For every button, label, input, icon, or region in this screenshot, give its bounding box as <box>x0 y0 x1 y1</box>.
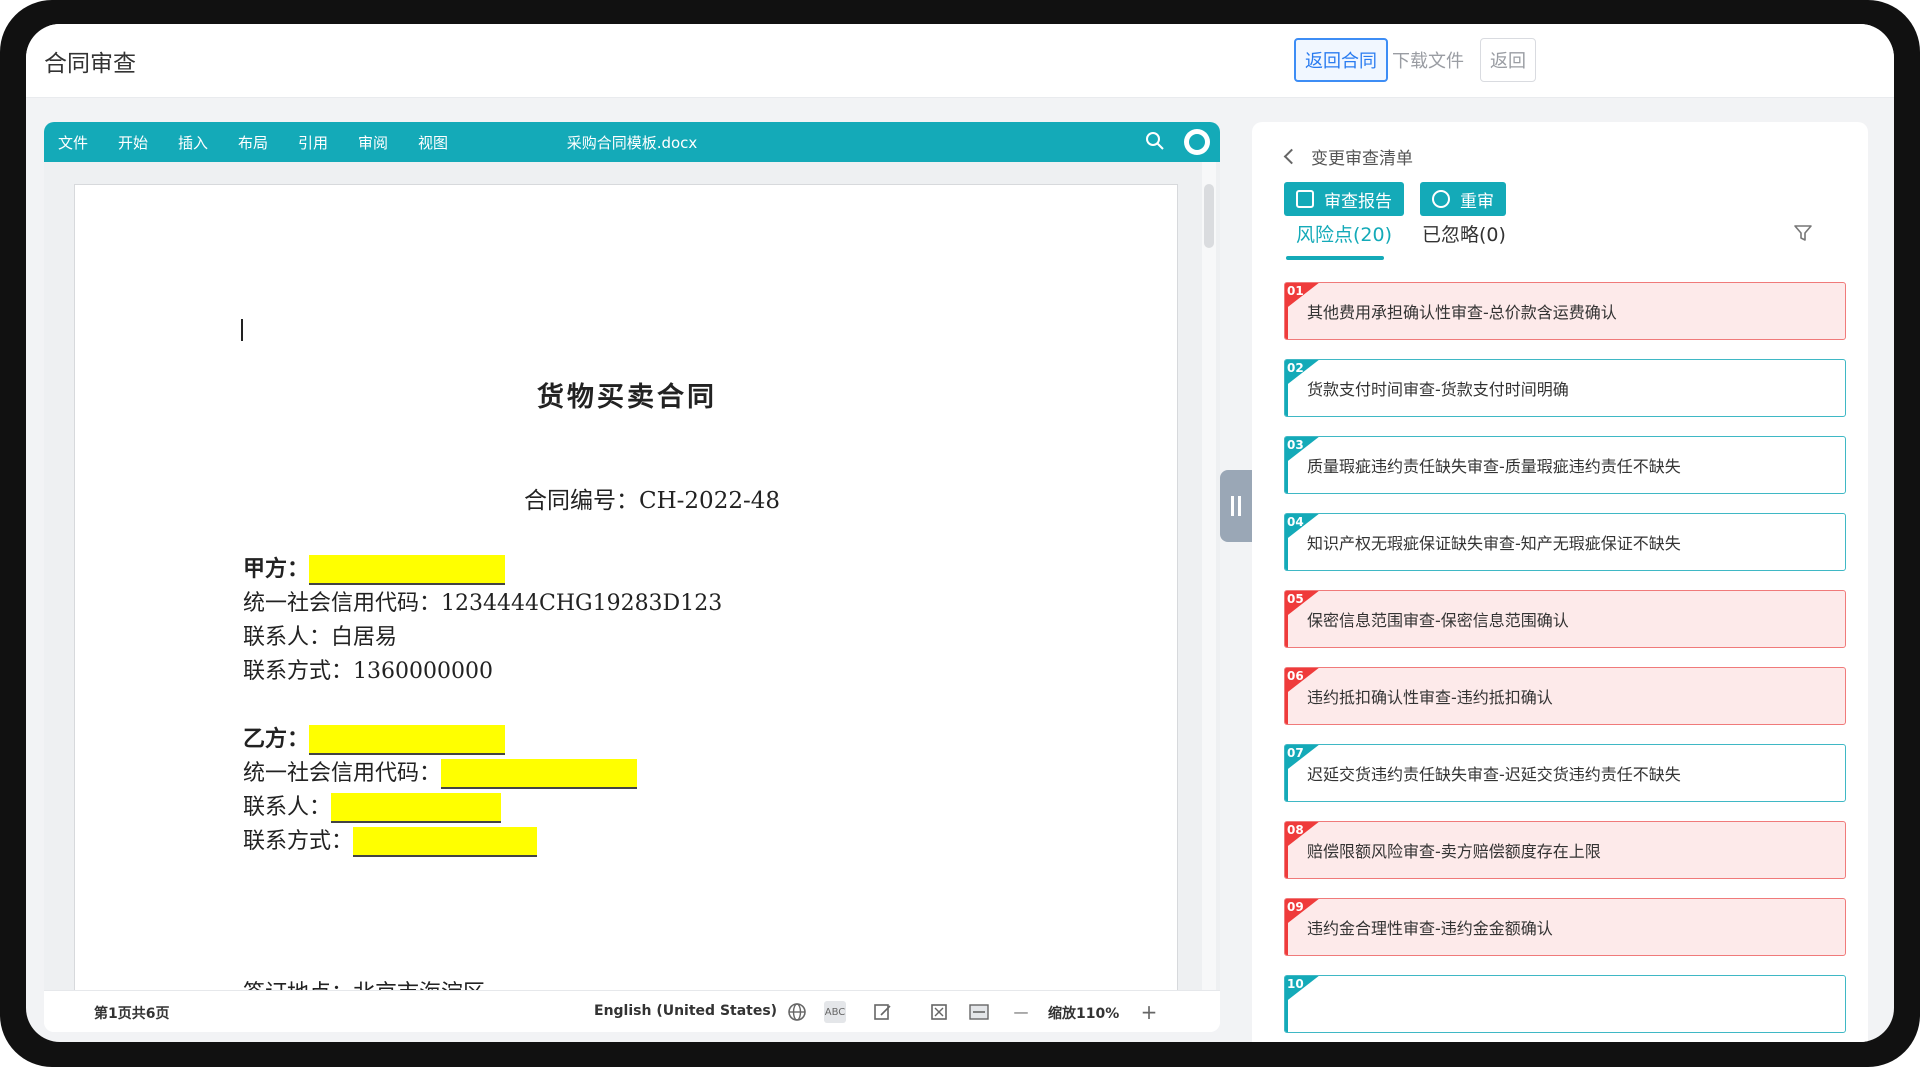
party-b-contact-label: 联系人： <box>243 795 332 820</box>
back-to-contract-button[interactable]: 返回合同 <box>1294 38 1388 82</box>
risk-number: 04 <box>1287 515 1304 529</box>
risk-number: 07 <box>1287 746 1304 760</box>
panel-collapse-handle[interactable] <box>1220 470 1252 542</box>
page-info: 第1页共6页 <box>94 1006 170 1022</box>
risk-item[interactable]: 04 知识产权无瑕疵保证缺失审查-知产无瑕疵保证不缺失 <box>1284 513 1846 571</box>
document-canvas: 货物买卖合同 合同编号：CH-2022-48 甲方： 统一社会信用代码：1234… <box>44 162 1220 990</box>
zoom-level: 缩放110% <box>1048 1006 1120 1022</box>
party-a-field[interactable] <box>309 555 506 585</box>
risk-number: 05 <box>1287 592 1304 606</box>
refresh-icon <box>1432 190 1450 208</box>
zoom-in-icon[interactable]: + <box>1138 1000 1160 1024</box>
app-header: 合同审查 返回合同 下载文件 返回 <box>26 24 1894 98</box>
chevron-left-icon <box>1283 148 1300 165</box>
zoom-out-icon[interactable]: — <box>1010 1001 1032 1023</box>
party-b-label: 乙方： <box>243 726 310 752</box>
page-title: 合同审查 <box>44 51 136 77</box>
device-frame: 合同审查 返回合同 下载文件 返回 文件 开始 插入 布局 引用 审阅 视图 采… <box>0 0 1920 1067</box>
document-page[interactable]: 货物买卖合同 合同编号：CH-2022-48 甲方： 统一社会信用代码：1234… <box>74 184 1178 990</box>
tab-risk-points[interactable]: 风险点(20) <box>1296 220 1392 247</box>
party-a-label: 甲方： <box>243 556 310 582</box>
risk-item[interactable]: 06 违约抵扣确认性审查-违约抵扣确认 <box>1284 667 1846 725</box>
party-b-phone-label: 联系方式： <box>243 829 354 854</box>
party-b-contact-field[interactable] <box>331 793 502 823</box>
risk-item[interactable]: 05 保密信息范围审查-保密信息范围确认 <box>1284 590 1846 648</box>
document-file-name: 采购合同模板.docx <box>566 134 698 152</box>
party-a-contact: 联系人：白居易 <box>243 625 398 650</box>
risk-item[interactable]: 09 违约金合理性审查-违约金金额确认 <box>1284 898 1846 956</box>
review-panel: 变更审查清单 审查报告 重审 风险点(20) 已忽略(0) 01 其他费用承担确认… <box>1252 122 1868 1042</box>
risk-text: 违约抵扣确认性审查-违约抵扣确认 <box>1307 688 1553 707</box>
document-editor: 文件 开始 插入 布局 引用 审阅 视图 采购合同模板.docx 货物买卖合同 <box>44 122 1220 1032</box>
vertical-scrollbar[interactable] <box>1202 162 1216 990</box>
globe-icon[interactable] <box>786 1001 808 1023</box>
party-b-phone-field[interactable] <box>353 827 538 857</box>
app-screen: 合同审查 返回合同 下载文件 返回 文件 开始 插入 布局 引用 审阅 视图 采… <box>26 24 1894 1042</box>
risk-text: 货款支付时间审查-货款支付时间明确 <box>1307 380 1569 399</box>
fit-page-icon[interactable] <box>928 1001 950 1023</box>
filter-icon[interactable] <box>1792 222 1814 244</box>
risk-text: 违约金合理性审查-违约金金额确认 <box>1307 919 1553 938</box>
risk-number: 02 <box>1287 361 1304 375</box>
risk-item[interactable]: 07 迟延交货违约责任缺失审查-迟延交货违约责任不缺失 <box>1284 744 1846 802</box>
risk-item[interactable]: 08 赔偿限额风险审查-卖方赔偿额度存在上限 <box>1284 821 1846 879</box>
party-b-field[interactable] <box>309 725 506 755</box>
risk-number: 03 <box>1287 438 1304 452</box>
risk-text: 迟延交货违约责任缺失审查-迟延交货违约责任不缺失 <box>1307 765 1681 784</box>
review-report-label: 审查报告 <box>1324 191 1392 212</box>
report-icon <box>1296 190 1314 208</box>
party-a-line: 甲方： <box>243 551 506 585</box>
party-b-credit-field[interactable] <box>441 759 638 789</box>
back-button[interactable]: 返回 <box>1480 38 1536 82</box>
editor-ribbon: 文件 开始 插入 布局 引用 审阅 视图 采购合同模板.docx <box>44 122 1220 162</box>
contract-number: 合同编号：CH-2022-48 <box>524 488 780 514</box>
risk-item[interactable]: 01 其他费用承担确认性审查-总价款含运费确认 <box>1284 282 1846 340</box>
risk-text: 其他费用承担确认性审查-总价款含运费确认 <box>1307 303 1617 322</box>
edit-mode-icon[interactable] <box>872 1001 894 1023</box>
review-list-title: 变更审查清单 <box>1311 149 1413 169</box>
tab-ignored[interactable]: 已忽略(0) <box>1422 220 1506 247</box>
spellcheck-icon[interactable]: ABC <box>824 1001 846 1023</box>
language-selector[interactable]: English (United States) <box>594 1003 777 1019</box>
risk-number: 08 <box>1287 823 1304 837</box>
scrollbar-thumb[interactable] <box>1204 184 1214 248</box>
risk-item[interactable]: 10 <box>1284 975 1846 1033</box>
party-b-credit-label: 统一社会信用代码： <box>243 761 442 786</box>
risk-number: 01 <box>1287 284 1304 298</box>
rereview-button[interactable]: 重审 <box>1420 182 1506 216</box>
risk-text: 赔偿限额风险审查-卖方赔偿额度存在上限 <box>1307 842 1601 861</box>
risk-text: 质量瑕疵违约责任缺失审查-质量瑕疵违约责任不缺失 <box>1307 457 1681 476</box>
rereview-label: 重审 <box>1460 191 1494 212</box>
risk-number: 06 <box>1287 669 1304 683</box>
user-avatar[interactable] <box>1184 129 1210 155</box>
sign-place: 签订地点：北京市海淀区 <box>243 975 485 990</box>
risk-number: 10 <box>1287 977 1304 991</box>
review-report-button[interactable]: 审查报告 <box>1284 182 1404 216</box>
party-b-line: 乙方： <box>243 721 506 755</box>
party-a-credit: 统一社会信用代码：1234444CHG19283D123 <box>243 591 723 616</box>
fit-width-icon[interactable] <box>968 1001 990 1023</box>
search-icon[interactable] <box>1144 130 1166 152</box>
status-bar: 第1页共6页 English (United States) ABC — 缩放1… <box>44 990 1220 1032</box>
risk-item[interactable]: 02 货款支付时间审查-货款支付时间明确 <box>1284 359 1846 417</box>
party-b-contact-line: 联系人： <box>243 789 502 823</box>
risk-item[interactable]: 03 质量瑕疵违约责任缺失审查-质量瑕疵违约责任不缺失 <box>1284 436 1846 494</box>
risk-text: 保密信息范围审查-保密信息范围确认 <box>1307 611 1569 630</box>
party-b-phone-line: 联系方式： <box>243 823 538 857</box>
risk-text: 知识产权无瑕疵保证缺失审查-知产无瑕疵保证不缺失 <box>1307 534 1681 553</box>
party-b-credit-line: 统一社会信用代码： <box>243 755 638 789</box>
review-list-back-link[interactable]: 变更审查清单 <box>1283 144 1413 169</box>
text-cursor <box>241 319 243 341</box>
party-a-phone: 联系方式：1360000000 <box>243 659 493 684</box>
risk-number: 09 <box>1287 900 1304 914</box>
document-title: 货物买卖合同 <box>537 382 717 413</box>
download-file-button[interactable]: 下载文件 <box>1388 38 1468 82</box>
active-tab-indicator <box>1286 256 1384 260</box>
